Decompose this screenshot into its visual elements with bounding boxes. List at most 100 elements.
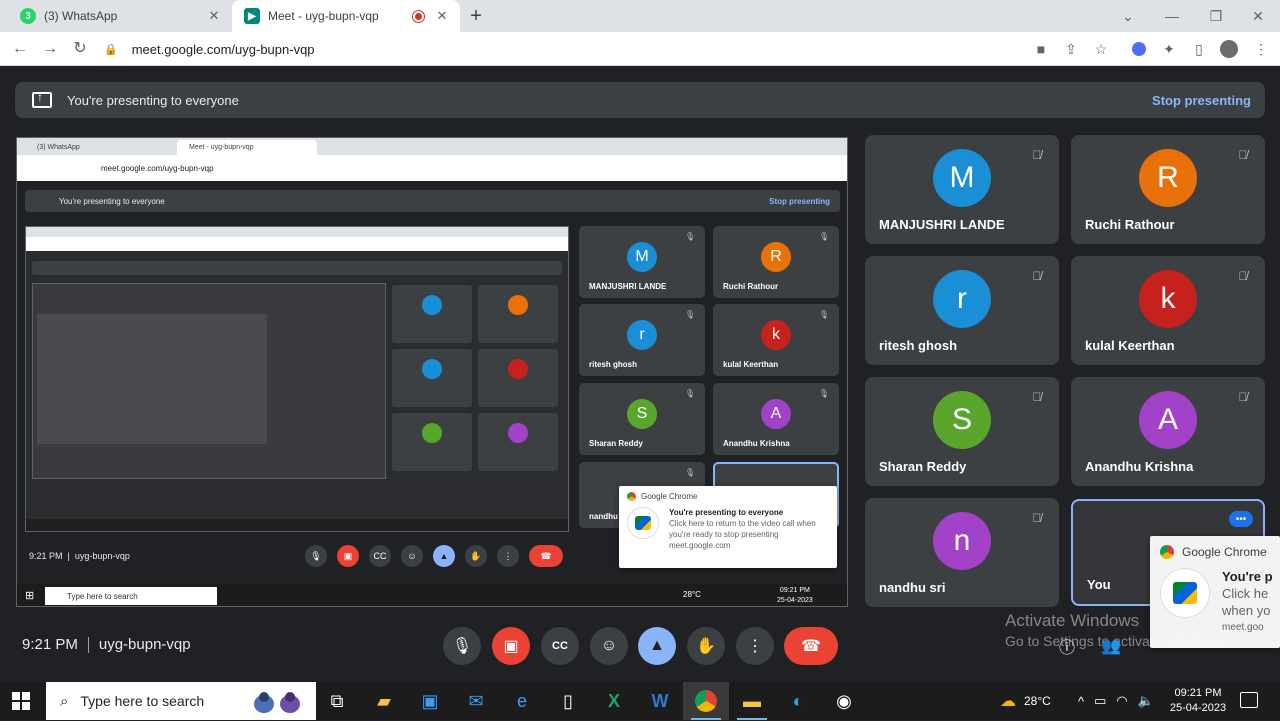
taskbar-clock[interactable]: 09:21 PM 25-04-2023 [1168,686,1228,716]
window-close-button[interactable]: ✕ [1236,0,1280,32]
recorder-icon[interactable]: ◉ [821,682,867,720]
search-icon: ⌕ [60,692,69,710]
edge-legacy-icon[interactable]: e [499,682,545,720]
mini-more-icon: ⋮ [497,545,519,567]
emoji-button[interactable]: ☺ [590,627,628,665]
battery-icon[interactable]: ▭ [1094,693,1106,709]
mini-participant-tile: M 🎙 MANJUSHRI LANDE [579,226,705,298]
recording-indicator-icon [413,10,424,22]
volume-icon[interactable]: 🔈 [1138,693,1154,709]
captions-button[interactable]: CC [541,627,579,665]
notification-icon[interactable] [1240,692,1258,708]
avatar: M [933,149,991,207]
participant-tile[interactable]: R 🎙̸ Ruchi Rathour [1071,135,1265,244]
puzzle-icon[interactable]: ✦ [1160,40,1178,58]
search-highlight-image [240,686,314,716]
participant-tile[interactable]: r 🎙̸ ritesh ghosh [865,256,1059,365]
mini-meet-toolbar: 9:21 PM | uyg-bupn-vqp 🎙 ▣ CC ☺ ▲ ✋ ⋮ ☎ [17,542,847,572]
participant-tile[interactable]: n 🎙̸ nandhu sri [865,498,1059,607]
reload-button[interactable]: ↻ [70,39,90,59]
raise-hand-button[interactable]: ✋ [687,627,725,665]
mini-participant-tile: A 🎙 Anandhu Krishna [713,383,839,455]
more-options-button[interactable]: ⋮ [736,627,774,665]
notepad-icon[interactable]: ▯ [545,682,591,720]
wifi-icon[interactable]: ◠ [1116,693,1127,709]
participant-tile[interactable]: A 🎙̸ Anandhu Krishna [1071,377,1265,486]
info-icon[interactable]: ⓘ [1056,635,1078,657]
mini-meeting-time: 9:21 PM | uyg-bupn-vqp [29,551,130,561]
extension-icon[interactable] [1130,40,1148,58]
camera-off-icon: ▣ [503,638,519,655]
mic-muted-icon: 🎙̸ [1238,148,1248,162]
address-bar[interactable]: 🔒 meet.google.com/uyg-bupn-vqp [104,37,1124,61]
restore-button[interactable]: ❐ [1194,0,1238,32]
whatsapp-icon: 3 [20,8,36,24]
edge-icon[interactable]: ◐ [775,682,821,720]
mini-camera-off-icon: ▣ [337,545,359,567]
minimize-button[interactable]: — [1150,0,1194,32]
weather-widget[interactable]: ☁ 28°C [1000,682,1051,720]
new-tab-button[interactable]: + [466,6,486,26]
chevron-up-icon[interactable]: ^ [1078,694,1084,709]
share-icon[interactable]: ⇪ [1062,40,1080,58]
camera-icon[interactable]: ■ [1032,40,1050,58]
microphone-button[interactable]: 🎙 [443,627,481,665]
camera-off-button[interactable]: ▣ [492,627,530,665]
back-button[interactable]: ← [10,39,30,59]
excel-icon[interactable]: X [591,682,637,720]
app-icon[interactable]: ▬ [729,682,775,720]
mini-emoji-icon: ☺ [401,545,423,567]
mini-tab-meet: Meet - uyg-bupn-vqp [177,140,317,155]
sidepanel-icon[interactable]: ▯ [1190,40,1208,58]
store-icon[interactable]: ▣ [407,682,453,720]
tab-whatsapp[interactable]: 3 (3) WhatsApp ✕ [8,0,232,32]
forward-button[interactable]: → [40,39,60,59]
meeting-info: 9:21 PM uyg-bupn-vqp [22,636,191,654]
participant-name: ritesh ghosh [879,338,958,353]
browser-toolbar: ← → ↻ 🔒 meet.google.com/uyg-bupn-vqp ■ ⇪… [0,32,1280,66]
tab-label: (3) WhatsApp [44,9,118,23]
windows-start-icon[interactable] [12,692,30,710]
bookmark-star-icon[interactable]: ☆ [1092,40,1110,58]
file-explorer-icon[interactable]: ▰ [361,682,407,720]
mail-icon[interactable]: ✉ [453,682,499,720]
avatar[interactable] [1220,40,1238,58]
mic-icon: 🎙 [451,638,473,655]
tab-search-icon[interactable]: ⌄ [1106,0,1150,32]
meet-icon: ▶ [244,8,260,24]
avatar: R [1139,149,1197,207]
mini-taskbar: ⊞ Type here to search 28°C 09:21 PM 25-04… [17,584,847,606]
mic-muted-icon: 🎙̸ [1238,269,1248,283]
people-icon[interactable]: 👥 [1100,635,1122,657]
word-icon[interactable]: W [637,682,683,720]
leave-call-button[interactable]: ☎ [784,627,838,665]
presenting-banner: You're presenting to everyone Stop prese… [15,82,1265,118]
nested-screen [25,226,569,532]
chrome-icon[interactable] [683,682,729,720]
task-view-icon[interactable]: ⧉ [314,682,360,720]
present-button[interactable]: ▲ [638,627,676,665]
participant-tile[interactable]: M 🎙̸ MANJUSHRI LANDE [865,135,1059,244]
mini-stop-presenting: Stop presenting [769,196,830,206]
presented-screen: (3) WhatsApp Meet - uyg-bupn-vqp meet.go… [16,137,848,607]
stop-presenting-button[interactable]: Stop presenting [1152,93,1251,108]
mini-participant-tile: S 🎙 Sharan Reddy [579,383,705,455]
meeting-time: 9:21 PM [22,636,78,653]
hangup-icon: ☎ [801,638,821,655]
tab-meet[interactable]: ▶ Meet - uyg-bupn-vqp ✕ [232,0,460,32]
mini-present-icon: ▲ [433,545,455,567]
close-icon[interactable]: ✕ [206,8,222,24]
avatar: r [933,270,991,328]
close-icon[interactable]: ✕ [434,8,450,24]
participant-name: kulal Keerthan [1085,338,1175,353]
mini-presenting-banner: You're presenting to everyone Stop prese… [25,190,840,212]
mini-taskbar-search: Type here to search [45,587,217,605]
participant-tile[interactable]: k 🎙̸ kulal Keerthan [1071,256,1265,365]
avatar: k [1139,270,1197,328]
present-icon [32,90,52,108]
menu-icon[interactable]: ⋮ [1252,40,1270,58]
more-options-icon[interactable]: ••• [1229,511,1253,527]
mini-participant-tile: k 🎙 kulal Keerthan [713,304,839,376]
mic-muted-icon: 🎙̸ [1032,390,1042,404]
participant-tile[interactable]: S 🎙̸ Sharan Reddy [865,377,1059,486]
